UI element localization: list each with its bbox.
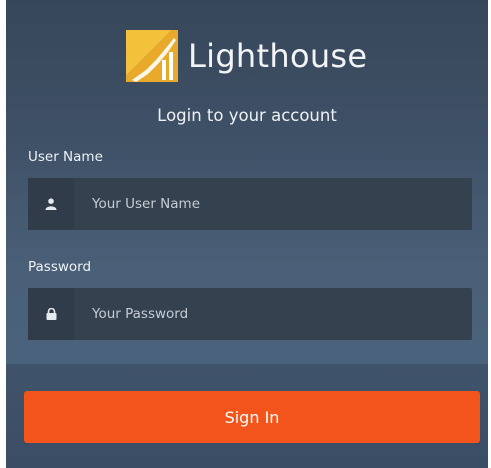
- username-input[interactable]: [74, 178, 472, 230]
- login-title: Login to your account: [157, 106, 337, 125]
- password-input[interactable]: [74, 288, 472, 340]
- lock-icon: [28, 288, 74, 340]
- brand-name: Lighthouse: [188, 37, 368, 75]
- brand: Lighthouse: [126, 30, 367, 82]
- password-field-group: [28, 288, 472, 340]
- login-panel: Lighthouse Login to your account User Na…: [6, 0, 488, 468]
- password-label: Password: [28, 259, 92, 275]
- user-icon: [28, 178, 74, 230]
- username-label: User Name: [28, 149, 103, 165]
- username-field-group: [28, 178, 472, 230]
- sign-in-button[interactable]: Sign In: [24, 391, 480, 443]
- lighthouse-logo-icon: [126, 30, 178, 82]
